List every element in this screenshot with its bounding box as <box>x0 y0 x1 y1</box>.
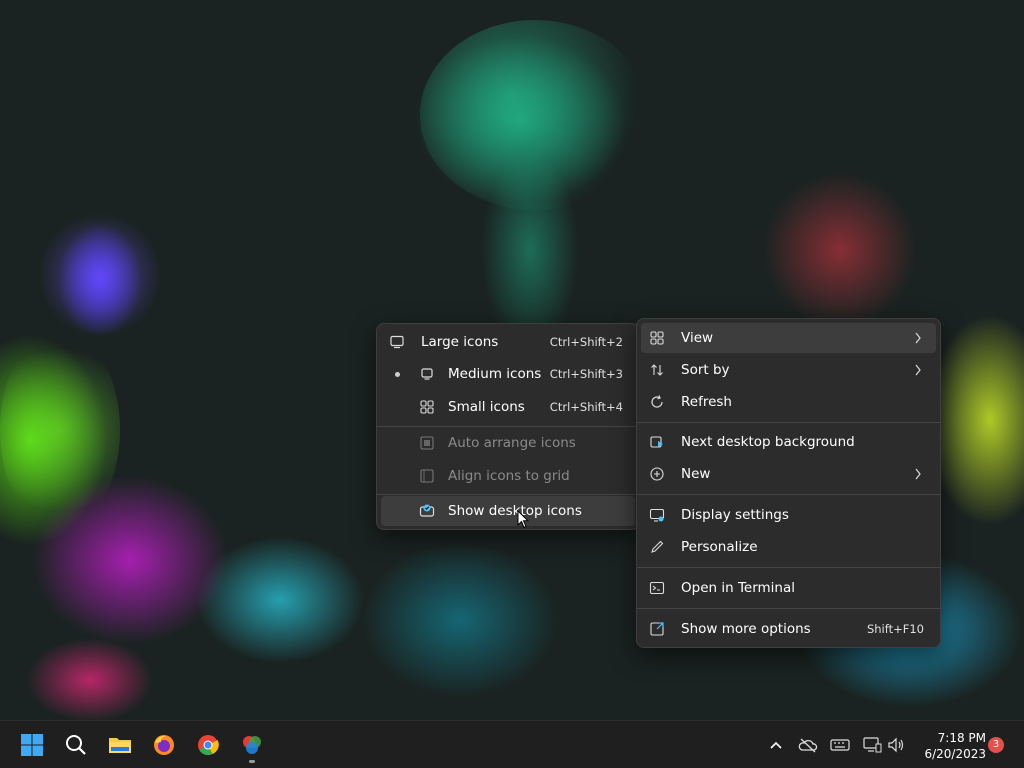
monitor-large-icon <box>390 335 404 349</box>
search-button[interactable] <box>60 729 92 761</box>
align-grid-label: Align icons to grid <box>448 468 570 484</box>
personalize-label: Personalize <box>681 539 758 555</box>
show-more-options-label: Show more options <box>681 621 811 637</box>
view-label: View <box>681 330 714 346</box>
keyboard-icon <box>830 739 850 751</box>
align-grid-item[interactable]: Align icons to grid <box>381 461 635 491</box>
small-icons-label: Small icons <box>448 399 525 415</box>
taskbar: 7:18 PM 6/20/2023 3 <box>0 720 1024 768</box>
display-settings-label: Display settings <box>681 507 789 523</box>
sort-icon <box>651 364 663 376</box>
show-hidden-icons-button[interactable] <box>766 735 786 755</box>
chevron-right-icon <box>915 332 921 344</box>
chevron-right-icon <box>915 364 921 376</box>
menu-separator <box>637 494 940 495</box>
monitor-medium-icon <box>421 368 433 380</box>
open-in-terminal-item[interactable]: Open in Terminal <box>641 573 936 603</box>
chrome-icon <box>198 735 219 756</box>
show-desktop-icons-label: Show desktop icons <box>448 503 582 519</box>
show-more-options-item[interactable]: Show more options Shift+F10 <box>641 614 936 644</box>
open-in-terminal-label: Open in Terminal <box>681 580 795 596</box>
clock-time: 7:18 PM <box>937 731 986 745</box>
start-icon <box>21 734 43 756</box>
sort-by-menu-item[interactable]: Sort by <box>641 355 936 385</box>
onedrive-icon <box>798 738 818 753</box>
display-settings-icon <box>649 508 665 522</box>
notification-badge[interactable]: 3 <box>988 737 1004 753</box>
volume-tray-button[interactable] <box>886 735 906 755</box>
show-more-options-shortcut: Shift+F10 <box>866 622 924 636</box>
refresh-icon <box>651 395 663 408</box>
grid-small-icon <box>420 400 434 414</box>
chrome-button[interactable] <box>192 729 224 761</box>
network-tray-button[interactable] <box>862 735 882 755</box>
auto-arrange-item[interactable]: Auto arrange icons <box>381 428 635 458</box>
file-explorer-button[interactable] <box>104 729 136 761</box>
small-icons-item[interactable]: Small icons Ctrl+Shift+4 <box>381 392 635 422</box>
refresh-label: Refresh <box>681 394 732 410</box>
selected-bullet-icon <box>395 372 400 377</box>
large-icons-item[interactable]: Large icons Ctrl+Shift+2 <box>381 327 635 357</box>
menu-separator <box>637 567 940 568</box>
new-label: New <box>681 466 711 482</box>
next-desktop-background-label: Next desktop background <box>681 434 855 450</box>
chevron-right-icon <box>915 468 921 480</box>
mouse-cursor-icon <box>517 510 529 529</box>
next-background-icon <box>650 436 663 448</box>
align-grid-icon <box>420 469 434 483</box>
medium-icons-shortcut: Ctrl+Shift+3 <box>549 367 623 381</box>
network-icon <box>863 737 882 753</box>
onedrive-tray-button[interactable] <box>798 735 818 755</box>
view-submenu: Large icons Ctrl+Shift+2 Medium icons Ct… <box>376 323 640 530</box>
keyboard-tray-button[interactable] <box>830 735 850 755</box>
medium-icons-label: Medium icons <box>448 366 542 382</box>
firefox-button[interactable] <box>148 729 180 761</box>
photos-app-icon <box>243 736 261 754</box>
auto-arrange-label: Auto arrange icons <box>448 435 576 451</box>
large-icons-label: Large icons <box>421 334 499 350</box>
chevron-up-icon <box>770 741 782 749</box>
clock-date: 6/20/2023 <box>924 747 986 761</box>
volume-icon <box>888 737 904 753</box>
clock[interactable]: 7:18 PM 6/20/2023 <box>912 730 986 762</box>
menu-separator <box>377 494 639 495</box>
small-icons-shortcut: Ctrl+Shift+4 <box>549 400 623 414</box>
show-desktop-icons-item[interactable]: Show desktop icons <box>381 496 635 526</box>
auto-arrange-icon <box>420 436 434 450</box>
desktop-context-menu: View Sort by Refresh Next desktop backgr… <box>636 318 941 648</box>
refresh-menu-item[interactable]: Refresh <box>641 387 936 417</box>
view-menu-item[interactable]: View <box>641 323 936 353</box>
personalize-item[interactable]: Personalize <box>641 532 936 562</box>
file-explorer-icon <box>109 738 131 753</box>
menu-separator <box>637 608 940 609</box>
sort-by-label: Sort by <box>681 362 730 378</box>
menu-separator <box>377 426 639 427</box>
show-desktop-icon <box>419 504 435 517</box>
display-settings-item[interactable]: Display settings <box>641 500 936 530</box>
medium-icons-item[interactable]: Medium icons Ctrl+Shift+3 <box>381 359 635 389</box>
terminal-icon <box>649 581 665 595</box>
running-indicator <box>249 760 255 763</box>
large-icons-shortcut: Ctrl+Shift+2 <box>549 335 623 349</box>
menu-separator <box>637 422 940 423</box>
firefox-icon <box>154 735 174 755</box>
pen-icon <box>651 540 664 553</box>
more-options-icon <box>650 622 664 636</box>
search-icon <box>66 735 86 755</box>
new-plus-icon <box>650 467 664 481</box>
next-desktop-background-item[interactable]: Next desktop background <box>641 427 936 457</box>
grid-view-icon <box>650 331 664 345</box>
photos-app-button[interactable] <box>236 729 268 763</box>
start-button[interactable] <box>16 729 48 761</box>
new-menu-item[interactable]: New <box>641 459 936 489</box>
